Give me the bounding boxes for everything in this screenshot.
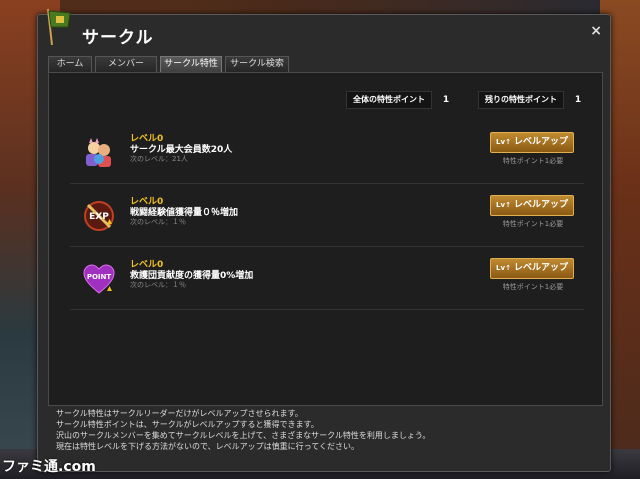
total-points-label: 全体の特性ポイント [346,91,432,109]
circle-window: サークル × ホーム メンバー サークル特性 サークル検索 全体の特性ポイント … [37,8,611,472]
remaining-points-value: 1 [574,95,582,105]
level-up-button[interactable]: Lv↑ レベルアップ [490,258,574,279]
level-up-button-label: レベルアップ [513,137,568,147]
info-line: 沢山のサークルメンバーを集めてサークルレベルを上げて、さまざまなサークル特性を利… [56,431,431,440]
info-line: サークル特性はサークルリーダーだけがレベルアップさせられます。 [56,409,303,418]
trait-requirement: 特性ポイント1必要 [502,283,564,291]
svg-text:POINT: POINT [87,273,112,281]
exp-icon: EXP [84,201,114,231]
trait-next-level: 次のレベル：１％ [130,281,186,289]
trait-requirement: 特性ポイント1必要 [502,157,564,165]
tab-circle-search[interactable]: サークル検索 [225,56,289,72]
trait-row: レベル0 サークル最大会員数20人 次のレベル：21人 Lv↑ レベルアップ 特性… [70,121,584,184]
info-line: サークル特性ポイントは、サークルがレベルアップすると獲得できます。 [56,420,319,429]
level-up-arrow-icon: Lv↑ [496,138,511,146]
members-icon [86,138,111,167]
tab-home[interactable]: ホーム [48,56,92,72]
tab-members[interactable]: メンバー [95,56,157,72]
trait-list: レベル0 サークル最大会員数20人 次のレベル：21人 Lv↑ レベルアップ 特性… [70,121,584,310]
point-icon: POINT [83,264,115,294]
total-points-value: 1 [442,95,450,105]
tab-bar: ホーム メンバー サークル特性 サークル検索 [48,56,289,72]
traits-panel: 全体の特性ポイント 1 残りの特性ポイント 1 レベル0 サークル最大会員数20… [48,72,603,406]
remaining-points-label: 残りの特性ポイント [478,91,564,109]
info-text: サークル特性はサークルリーダーだけがレベルアップさせられます。 サークル特性ポイ… [56,408,596,452]
level-up-arrow-icon: Lv↑ [496,201,511,209]
level-up-button[interactable]: Lv↑ レベルアップ [490,195,574,216]
close-icon[interactable]: × [590,23,602,39]
trait-next-level: 次のレベル：１％ [130,218,186,226]
trait-row: EXP レベル0 戦闘経験値獲得量０％増加 次のレベル：１％ Lv↑ レベルアップ… [70,184,584,247]
watermark-logo: ファミ通.com [2,459,96,475]
level-up-button[interactable]: Lv↑ レベルアップ [490,132,574,153]
tab-circle-traits[interactable]: サークル特性 [160,56,222,72]
window-title: サークル [82,28,154,48]
trait-requirement: 特性ポイント1必要 [502,220,564,228]
trait-row: POINT レベル0 救護団貢献度の獲得量0%増加 次のレベル：１％ Lv↑ レベ… [70,247,584,310]
circle-flag-icon [47,8,71,45]
level-up-button-label: レベルアップ [513,200,568,210]
points-bar: 全体の特性ポイント 1 残りの特性ポイント 1 [346,91,588,109]
svg-text:EXP: EXP [89,212,109,222]
titlebar: サークル × [38,8,610,55]
level-up-button-label: レベルアップ [513,263,568,273]
trait-next-level: 次のレベル：21人 [130,155,188,163]
level-up-arrow-icon: Lv↑ [496,264,511,272]
info-line: 現在は特性レベルを下げる方法がないので、レベルアップは慎重に行ってください。 [56,442,360,451]
